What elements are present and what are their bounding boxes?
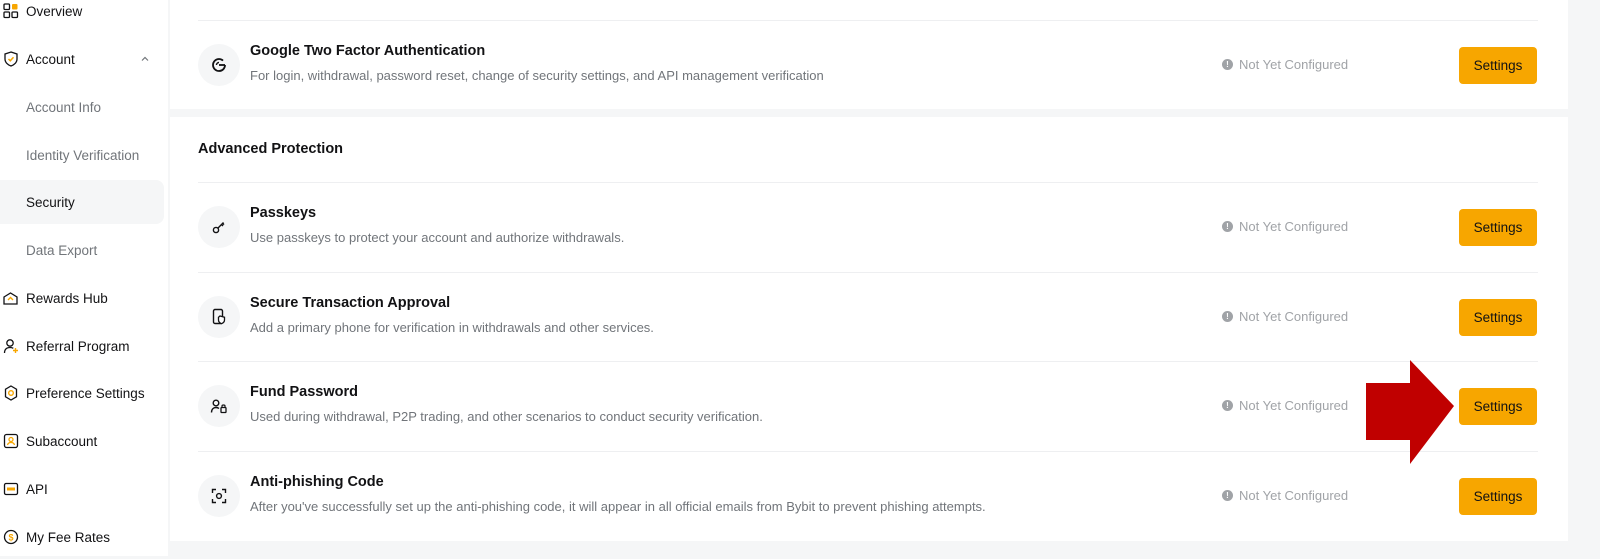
api-icon	[2, 481, 19, 498]
security-card-basic: Google Two Factor Authentication For log…	[170, 0, 1568, 109]
sidebar-item-label: Security	[26, 194, 75, 210]
key-icon	[198, 206, 240, 248]
phone-shield-icon	[198, 296, 240, 338]
status-text: Not Yet Configured	[1239, 398, 1349, 413]
sidebar-item-subaccount[interactable]: Subaccount	[0, 419, 168, 463]
sidebar-item-label: Rewards Hub	[26, 290, 108, 306]
sidebar: Overview Account Account Info Identity V…	[0, 0, 168, 556]
main-content: Google Two Factor Authentication For log…	[170, 0, 1568, 556]
sidebar-item-identity-verification[interactable]: Identity Verification	[0, 133, 168, 177]
info-icon: !	[1222, 221, 1233, 232]
sidebar-item-account[interactable]: Account	[0, 37, 168, 81]
sidebar-item-referral-program[interactable]: Referral Program	[0, 324, 168, 368]
scan-icon	[198, 475, 240, 517]
row-title: Google Two Factor Authentication	[250, 43, 486, 59]
sidebar-item-label: Identity Verification	[26, 147, 140, 163]
sidebar-item-label: Referral Program	[26, 338, 130, 354]
security-row-fund-password: Fund Password Used during withdrawal, P2…	[170, 361, 1568, 450]
google-2fa-settings-button[interactable]: Settings	[1459, 47, 1537, 84]
security-card-advanced: Advanced Protection Passkeys Use passkey…	[170, 117, 1568, 541]
shield-icon	[2, 51, 19, 68]
security-row-anti-phishing-code: Anti-phishing Code After you've successf…	[170, 451, 1568, 540]
subaccount-icon	[2, 433, 19, 450]
info-icon: !	[1222, 400, 1233, 411]
status-badge: ! Not Yet Configured	[1222, 488, 1348, 503]
row-description: Used during withdrawal, P2P trading, and…	[250, 409, 763, 424]
google-icon	[198, 44, 240, 86]
sidebar-item-api[interactable]: API	[0, 467, 168, 511]
chevron-up-icon[interactable]	[140, 52, 150, 67]
sidebar-item-label: Preference Settings	[26, 385, 145, 401]
status-badge: ! Not Yet Configured	[1222, 219, 1348, 234]
sidebar-item-label: My Fee Rates	[26, 529, 111, 545]
status-badge: ! Not Yet Configured	[1222, 398, 1348, 413]
gift-icon	[2, 290, 19, 307]
fund-password-settings-button[interactable]: Settings	[1459, 388, 1537, 425]
sidebar-item-account-info[interactable]: Account Info	[0, 85, 168, 129]
sidebar-item-label: API	[26, 481, 48, 497]
row-description: For login, withdrawal, password reset, c…	[250, 68, 824, 83]
status-badge: ! Not Yet Configured	[1222, 309, 1348, 324]
row-title: Anti-phishing Code	[250, 474, 384, 490]
secure-transaction-settings-button[interactable]: Settings	[1459, 299, 1537, 336]
row-title: Passkeys	[250, 205, 317, 221]
status-text: Not Yet Configured	[1239, 219, 1349, 234]
red-arrow-annotation-icon	[1366, 360, 1456, 469]
sidebar-item-label: Account	[26, 51, 75, 67]
row-description: After you've successfully set up the ant…	[250, 499, 986, 514]
info-icon: !	[1222, 59, 1233, 70]
security-row-passkeys: Passkeys Use passkeys to protect your ac…	[170, 182, 1568, 271]
sidebar-item-data-export[interactable]: Data Export	[0, 228, 168, 272]
sidebar-item-overview[interactable]: Overview	[0, 0, 168, 33]
sidebar-item-preference-settings[interactable]: Preference Settings	[0, 371, 168, 415]
sidebar-item-my-fee-rates[interactable]: $ My Fee Rates	[0, 515, 168, 559]
status-text: Not Yet Configured	[1239, 488, 1349, 503]
sidebar-item-label: Data Export	[26, 242, 98, 258]
svg-text:$: $	[8, 533, 13, 543]
dollar-icon: $	[2, 529, 19, 546]
sidebar-item-label: Overview	[26, 3, 83, 19]
sidebar-item-security[interactable]: Security	[0, 180, 164, 224]
user-add-icon	[2, 338, 19, 355]
info-icon: !	[1222, 311, 1233, 322]
row-description: Use passkeys to protect your account and…	[250, 230, 625, 245]
info-icon: !	[1222, 490, 1233, 501]
passkeys-settings-button[interactable]: Settings	[1459, 209, 1537, 246]
section-title: Advanced Protection	[198, 141, 344, 157]
status-badge: ! Not Yet Configured	[1222, 57, 1348, 72]
row-title: Fund Password	[250, 384, 358, 400]
sidebar-item-rewards-hub[interactable]: Rewards Hub	[0, 276, 168, 320]
overview-icon	[2, 3, 19, 20]
row-title: Secure Transaction Approval	[250, 295, 451, 311]
row-description: Add a primary phone for verification in …	[250, 320, 654, 335]
security-row-secure-transaction-approval: Secure Transaction Approval Add a primar…	[170, 272, 1568, 361]
gear-icon	[2, 385, 19, 402]
anti-phishing-settings-button[interactable]: Settings	[1459, 478, 1537, 515]
security-row-google-2fa: Google Two Factor Authentication For log…	[170, 20, 1568, 109]
sidebar-item-label: Account Info	[26, 99, 102, 115]
sidebar-item-label: Subaccount	[26, 433, 98, 449]
status-text: Not Yet Configured	[1239, 309, 1349, 324]
user-lock-icon	[198, 385, 240, 427]
status-text: Not Yet Configured	[1239, 57, 1349, 72]
